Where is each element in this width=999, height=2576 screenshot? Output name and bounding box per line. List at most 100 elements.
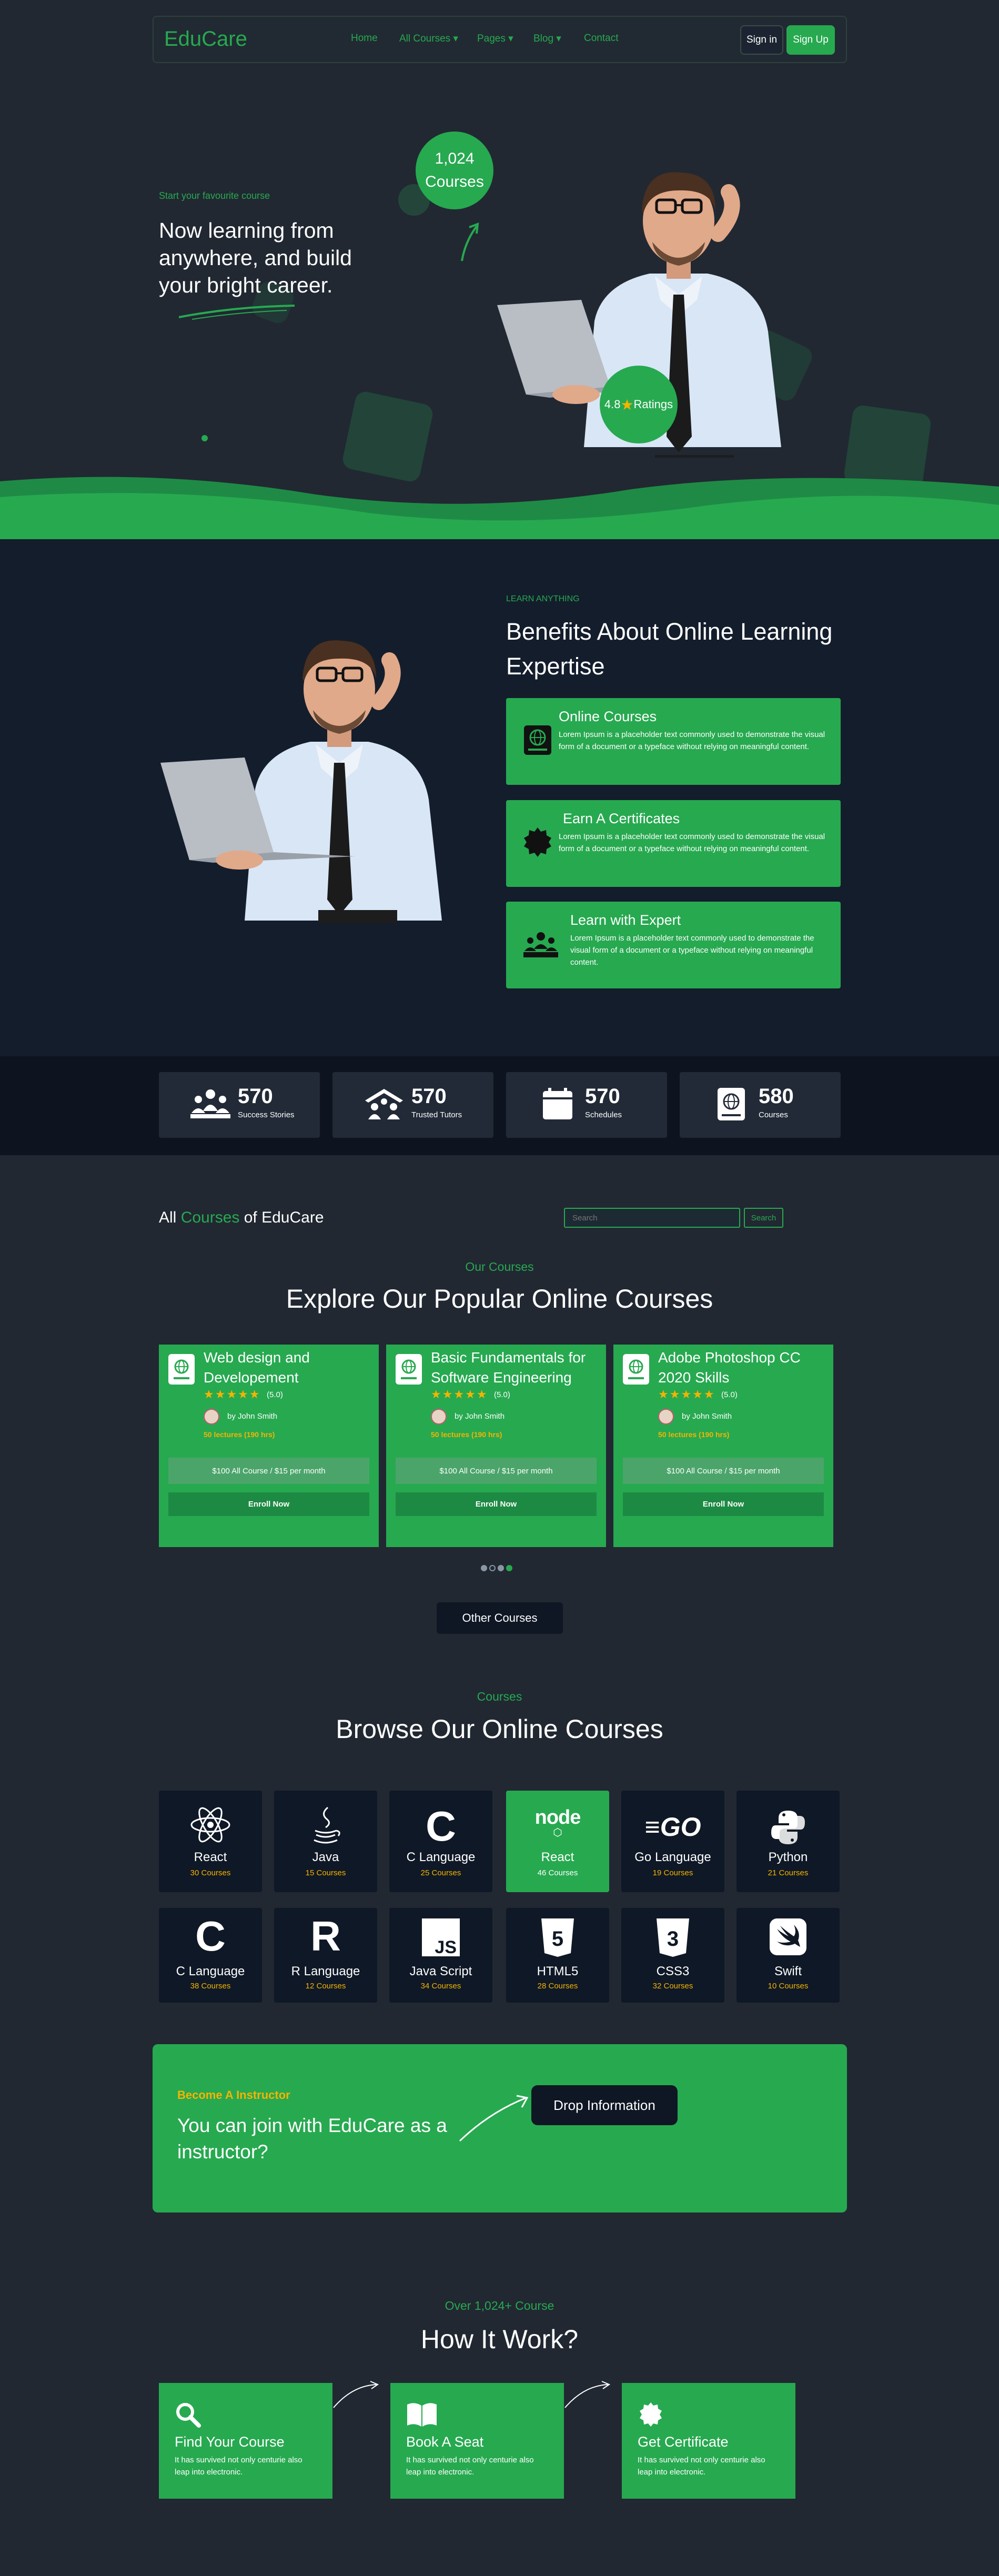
c-language-icon: C [195,1913,226,1959]
people-group-icon [190,1089,230,1118]
react-icon [159,1806,262,1843]
stat-card: 580 Courses [680,1072,841,1138]
course-tile-active[interactable]: node ⬡ React 46 Courses [506,1791,609,1892]
course-book-icon [524,725,551,755]
courses-count: 1,024 [435,150,475,167]
logo[interactable]: EduCare [164,27,247,51]
nav-blog[interactable]: Blog ▾ [533,33,561,45]
css3-icon: 3 [621,1917,724,1957]
nav-contact[interactable]: Contact [584,33,618,44]
stat-label: Schedules [585,1110,622,1119]
hero-wave [0,477,999,542]
step-desc: It has survived not only centurie also l… [175,2456,302,2477]
stat-card: 570 Schedules [506,1072,667,1138]
tile-name: CSS3 [656,1964,690,1978]
course-tile[interactable]: React 30 Courses [159,1791,262,1892]
course-tile[interactable]: C C Language 25 Courses [389,1791,492,1892]
step-card: Book A Seat It has survived not only cen… [390,2383,564,2499]
step-title: Find Your Course [175,2434,285,2450]
carousel-dot[interactable] [481,1565,487,1571]
benefit-card: Learn with Expert Lorem Ipsum is a place… [506,902,841,988]
enroll-button[interactable]: Enroll Now [396,1492,597,1516]
step-card: Get Certificate It has survived not only… [622,2383,795,2499]
rating-value: (5.0) [267,1390,283,1399]
arrow-icon [564,2381,611,2408]
tile-name: React [194,1850,227,1864]
nav-all-courses[interactable]: All Courses ▾ [399,33,458,45]
go-icon: ≡GO [644,1812,701,1842]
enroll-button[interactable]: Enroll Now [168,1492,369,1516]
course-tile[interactable]: R R Language 12 Courses [274,1908,377,2003]
all-courses-title: All Courses of EduCare [159,1209,324,1227]
course-card[interactable]: Web design and Developement ★★★★★ (5.0) … [159,1345,379,1547]
carousel-dot-active[interactable] [489,1565,496,1571]
carousel-dot[interactable] [506,1565,512,1571]
carousel-dot[interactable] [498,1565,504,1571]
nav-pages[interactable]: Pages ▾ [477,33,513,45]
courses-count-badge: 1,024 Courses [416,132,493,209]
course-tile[interactable]: 5 HTML5 28 Courses [506,1908,609,2003]
signin-button[interactable]: Sign in [740,25,783,55]
course-tile[interactable]: Swift 10 Courses [736,1908,840,2003]
course-tile[interactable]: ≡GO Go Language 19 Courses [621,1791,724,1892]
tile-count: 21 Courses [768,1868,809,1877]
course-tile[interactable]: 3 CSS3 32 Courses [621,1908,724,2003]
java-icon [274,1805,377,1845]
course-tile[interactable]: Python 21 Courses [736,1791,840,1892]
course-book-icon [623,1354,649,1385]
open-book-icon [407,2403,437,2427]
course-card[interactable]: Adobe Photoshop CC 2020 Skills ★★★★★ (5.… [613,1345,833,1547]
course-tile[interactable]: JS Java Script 34 Courses [389,1908,492,2003]
tile-count: 28 Courses [537,1982,578,1991]
tile-name: React [541,1850,574,1864]
other-courses-button[interactable]: Other Courses [437,1602,563,1634]
ratings-badge: 4.8 ★ Ratings [600,366,678,443]
rating-value: 4.8 [604,398,621,411]
course-lectures: 50 lectures (190 hrs) [658,1430,730,1439]
popular-title: Explore Our Popular Online Courses [286,1284,713,1314]
stat-card: 570 Success Stories [159,1072,320,1138]
stat-number: 580 [759,1085,794,1108]
course-title[interactable]: Basic Fundamentals for Software Engineer… [431,1348,599,1388]
course-title[interactable]: Web design and Developement [204,1348,372,1388]
html5-icon: 5 [506,1917,609,1957]
course-tile[interactable]: Java 15 Courses [274,1791,377,1892]
tile-count: 32 Courses [652,1982,693,1991]
drop-information-button[interactable]: Drop Information [531,2085,678,2125]
benefit-title: Learn with Expert [570,912,681,928]
enroll-button[interactable]: Enroll Now [623,1492,824,1516]
stat-label: Courses [759,1110,788,1119]
tile-count: 12 Courses [305,1982,346,1991]
stat-number: 570 [585,1085,620,1108]
browse-tag: Courses [477,1690,522,1703]
benefit-desc: Lorem Ipsum is a placeholder text common… [570,934,814,967]
tile-name: C Language [176,1964,245,1978]
course-card[interactable]: Basic Fundamentals for Software Engineer… [386,1345,606,1547]
benefits-instructor-image [160,640,442,923]
c-language-icon: C [426,1803,456,1850]
search-input[interactable] [564,1208,740,1228]
nav-home[interactable]: Home [351,33,378,44]
tile-count: 34 Courses [420,1982,461,1991]
arrow-icon [459,2095,529,2142]
tile-count: 30 Courses [190,1868,231,1877]
course-book-icon [168,1354,195,1385]
search-button[interactable]: Search [744,1208,783,1228]
tile-count: 25 Courses [420,1868,461,1877]
avatar [204,1409,219,1425]
tile-count: 15 Courses [305,1868,346,1877]
arrow-icon [333,2381,379,2408]
title-pre: All [159,1209,181,1226]
how-title: How It Work? [420,2325,579,2354]
course-title[interactable]: Adobe Photoshop CC 2020 Skills [658,1348,826,1388]
swift-icon [736,1918,840,1955]
course-tile[interactable]: C C Language 38 Courses [159,1908,262,2003]
tile-name: Go Language [634,1850,711,1864]
step-desc: It has survived not only centurie also l… [406,2456,534,2477]
title-accent: Courses [180,1209,240,1226]
hero-tag: Start your favourite course [159,190,270,201]
svg-text:JS: JS [435,1937,457,1956]
tile-name: Java [312,1850,339,1864]
step-desc: It has survived not only centurie also l… [638,2456,765,2477]
signup-button[interactable]: Sign Up [786,25,835,55]
